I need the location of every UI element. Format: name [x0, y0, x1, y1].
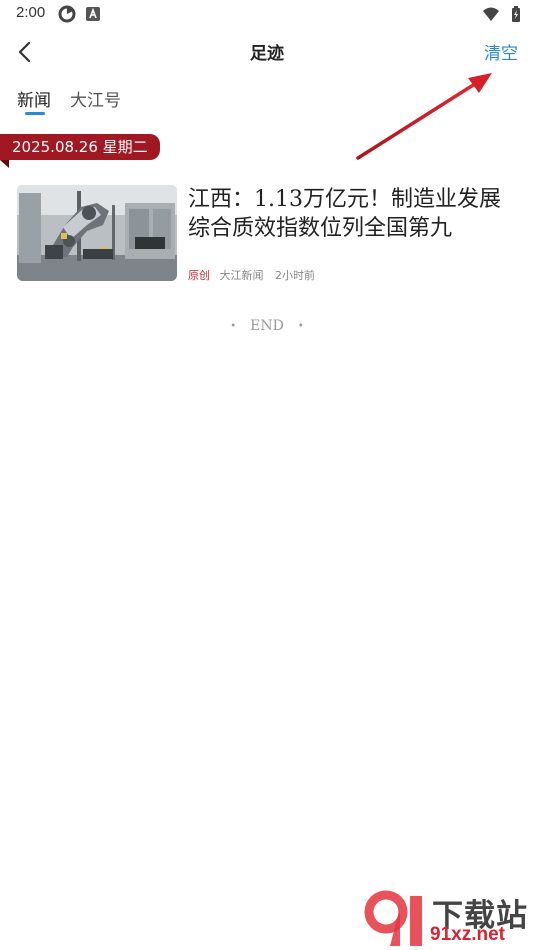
date-ribbon-fold — [0, 160, 9, 168]
end-dot-right: • — [297, 320, 304, 332]
sync-icon — [58, 5, 76, 23]
date-ribbon: 2025.08.26 星期二 — [0, 134, 160, 160]
news-time: 2小时前 — [275, 269, 315, 282]
status-time: 2:00 — [16, 4, 46, 21]
watermark-text-bottom: 91xz.net — [430, 924, 505, 945]
news-thumbnail-image — [17, 185, 177, 281]
end-of-list-marker: • END • — [0, 318, 534, 334]
annotation-arrow — [356, 73, 492, 160]
back-arrow-icon[interactable] — [12, 38, 40, 66]
watermark-logo — [364, 890, 422, 946]
news-meta: 原创 大江新闻 2小时前 — [188, 267, 315, 283]
end-dot-left: • — [230, 320, 237, 332]
news-source: 大江新闻 — [219, 269, 264, 282]
watermark: 下载站 91xz.net — [360, 888, 534, 950]
status-bar: 2:00 — [0, 0, 534, 28]
news-title: 江西：1.13万亿元！制造业发展综合质效指数位列全国第九 — [188, 187, 501, 241]
end-text: END — [250, 318, 284, 334]
app-notification-icon — [86, 7, 100, 21]
battery-icon — [512, 6, 520, 22]
tab-active-indicator — [25, 112, 45, 115]
original-tag: 原创 — [188, 269, 210, 282]
page-title: 足迹 — [250, 44, 284, 64]
clear-button[interactable]: 清空 — [484, 39, 518, 64]
tab-news[interactable]: 新闻 — [17, 86, 51, 111]
wifi-icon — [483, 7, 499, 21]
tab-dajianghao[interactable]: 大江号 — [70, 86, 121, 111]
news-list-item[interactable]: 江西：1.13万亿元！制造业发展综合质效指数位列全国第九 原创 大江新闻 2小时… — [17, 185, 521, 283]
